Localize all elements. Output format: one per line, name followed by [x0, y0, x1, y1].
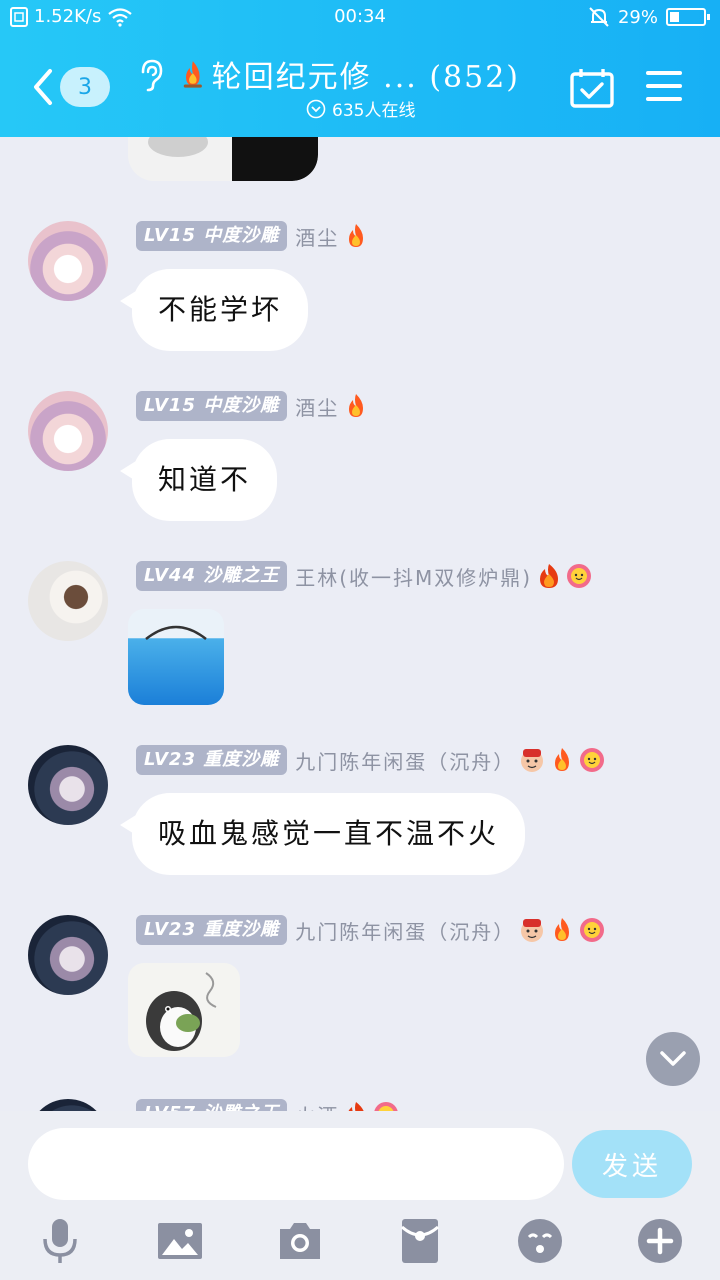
- sticker-image: [145, 625, 207, 640]
- mute-bell-icon: [589, 7, 609, 27]
- battery-percent: 29%: [617, 6, 658, 28]
- camera-icon[interactable]: [276, 1217, 324, 1265]
- microphone-icon[interactable]: [36, 1217, 84, 1265]
- flower-face-icon: [580, 748, 605, 772]
- send-button[interactable]: 发送: [572, 1130, 692, 1198]
- big-fire-icon: [348, 1102, 364, 1111]
- sender-nickname[interactable]: 王林(收一抖M双修炉鼎): [295, 562, 532, 591]
- sender-nickname[interactable]: 酒尘: [295, 392, 339, 421]
- big-fire-icon: [540, 564, 559, 588]
- level-badge: LV44 沙雕之王: [136, 561, 288, 591]
- battery-level: [670, 12, 679, 22]
- level-badge: LV23 重度沙雕: [136, 915, 288, 945]
- message-list[interactable]: LV15 中度沙雕 酒尘 不能学坏 LV15 中度沙雕 酒尘 知道不 LV44 …: [0, 137, 720, 1111]
- unread-count-badge: 3: [60, 67, 110, 107]
- menu-icon[interactable]: [646, 70, 682, 102]
- message-bubble[interactable]: 吸血鬼感觉一直不温不火: [119, 793, 526, 875]
- fire-icon: [349, 224, 364, 247]
- fire-icon: [349, 394, 364, 417]
- fire-icon: [555, 918, 570, 941]
- sender-nickname[interactable]: 九门陈年闲蛋（沉舟）: [295, 746, 515, 775]
- emoji-icon[interactable]: [516, 1217, 564, 1265]
- flower-face-icon: [374, 1102, 398, 1111]
- image-message[interactable]: [128, 609, 224, 705]
- online-count[interactable]: 635人在线: [306, 96, 415, 121]
- calendar-check-icon[interactable]: [570, 68, 614, 108]
- scroll-to-bottom-button[interactable]: [646, 1032, 700, 1086]
- status-bar: 1.52K/s 00:34 29%: [0, 0, 720, 36]
- avatar[interactable]: [28, 391, 108, 471]
- penguin-sticker: [146, 972, 217, 1051]
- group-title: 轮回纪元修 ... (852): [211, 60, 520, 95]
- red-packet-icon[interactable]: [396, 1217, 444, 1265]
- input-bar: 发送: [0, 1111, 720, 1280]
- avatar[interactable]: [28, 1099, 108, 1111]
- level-badge: LV23 重度沙雕: [136, 745, 288, 775]
- level-badge: LV15 中度沙雕: [136, 391, 288, 421]
- level-badge: LV15 中度沙雕: [136, 221, 288, 251]
- chevron-left-icon: [34, 69, 52, 105]
- image-icon[interactable]: [156, 1217, 204, 1265]
- chevron-circle-down-icon: [306, 99, 326, 118]
- fire-icon: [183, 61, 202, 88]
- flower-face-icon: [580, 918, 605, 942]
- back-button[interactable]: 3: [30, 62, 120, 112]
- message-bubble[interactable]: 不能学坏: [119, 269, 309, 351]
- level-badge: LV57 沙雕之王: [136, 1099, 288, 1111]
- god-of-wealth-icon: [521, 749, 544, 772]
- message-input[interactable]: [28, 1128, 564, 1200]
- chevron-down-icon: [660, 1051, 686, 1066]
- avatar[interactable]: [28, 221, 108, 301]
- group-title-area[interactable]: 轮回纪元修 ... (852): [180, 52, 520, 96]
- message-bubble[interactable]: 知道不: [119, 439, 278, 521]
- avatar[interactable]: [28, 915, 108, 995]
- plus-icon[interactable]: [636, 1217, 684, 1265]
- battery-icon: [666, 8, 710, 26]
- chat-header: 1.52K/s 00:34 29% 3 轮回纪元修 ... (852) 635人…: [0, 0, 720, 137]
- image-message[interactable]: [128, 963, 240, 1057]
- avatar[interactable]: [28, 561, 108, 641]
- sticker-image[interactable]: [128, 137, 318, 181]
- flower-face-icon: [567, 564, 592, 588]
- online-count-text: 635人在线: [332, 101, 416, 121]
- ear-icon[interactable]: [137, 58, 165, 92]
- sender-nickname[interactable]: 酒尘: [295, 222, 339, 251]
- god-of-wealth-icon: [521, 919, 544, 942]
- sender-nickname[interactable]: 火酒: [295, 1100, 339, 1112]
- fire-icon: [555, 748, 570, 771]
- avatar[interactable]: [28, 745, 108, 825]
- sender-nickname[interactable]: 九门陈年闲蛋（沉舟）: [295, 916, 515, 945]
